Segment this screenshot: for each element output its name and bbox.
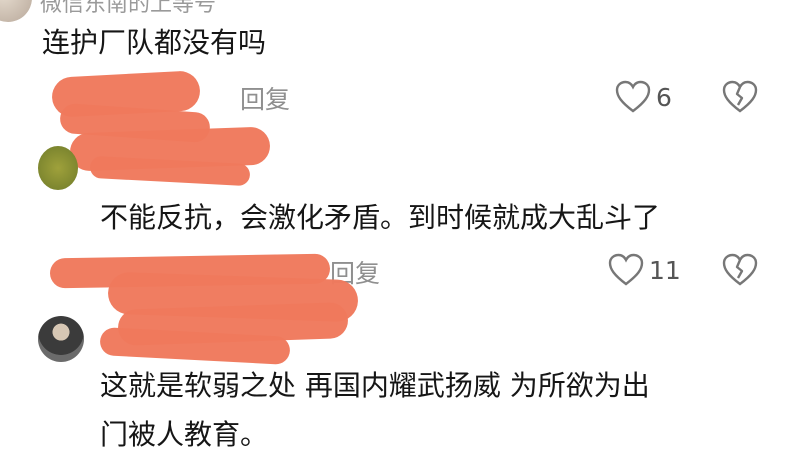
heart-outline-icon [615, 80, 651, 113]
heart-outline-icon [608, 253, 644, 286]
broken-heart-icon [722, 253, 758, 286]
like-button[interactable] [615, 80, 651, 114]
avatar[interactable] [38, 146, 78, 190]
like-button[interactable] [608, 253, 644, 287]
comment-username[interactable]: 微信东南的上等号 [40, 0, 216, 18]
dislike-button[interactable] [722, 80, 758, 114]
dislike-button[interactable] [722, 253, 758, 287]
comment-text: 不能反抗，会激化矛盾。到时候就成大乱斗了 [100, 201, 661, 234]
like-count: 11 [649, 256, 681, 285]
comment-text: 这就是软弱之处 再国内耀武扬威 为所欲为出 [100, 369, 650, 402]
reply-button[interactable]: 回复 [240, 80, 290, 116]
comment-text: 连护厂队都没有吗 [42, 26, 267, 59]
broken-heart-icon [722, 80, 758, 113]
avatar[interactable] [0, 0, 32, 22]
like-count: 6 [656, 83, 672, 112]
comment-text: 门被人教育。 [100, 418, 269, 451]
avatar[interactable] [38, 316, 84, 362]
